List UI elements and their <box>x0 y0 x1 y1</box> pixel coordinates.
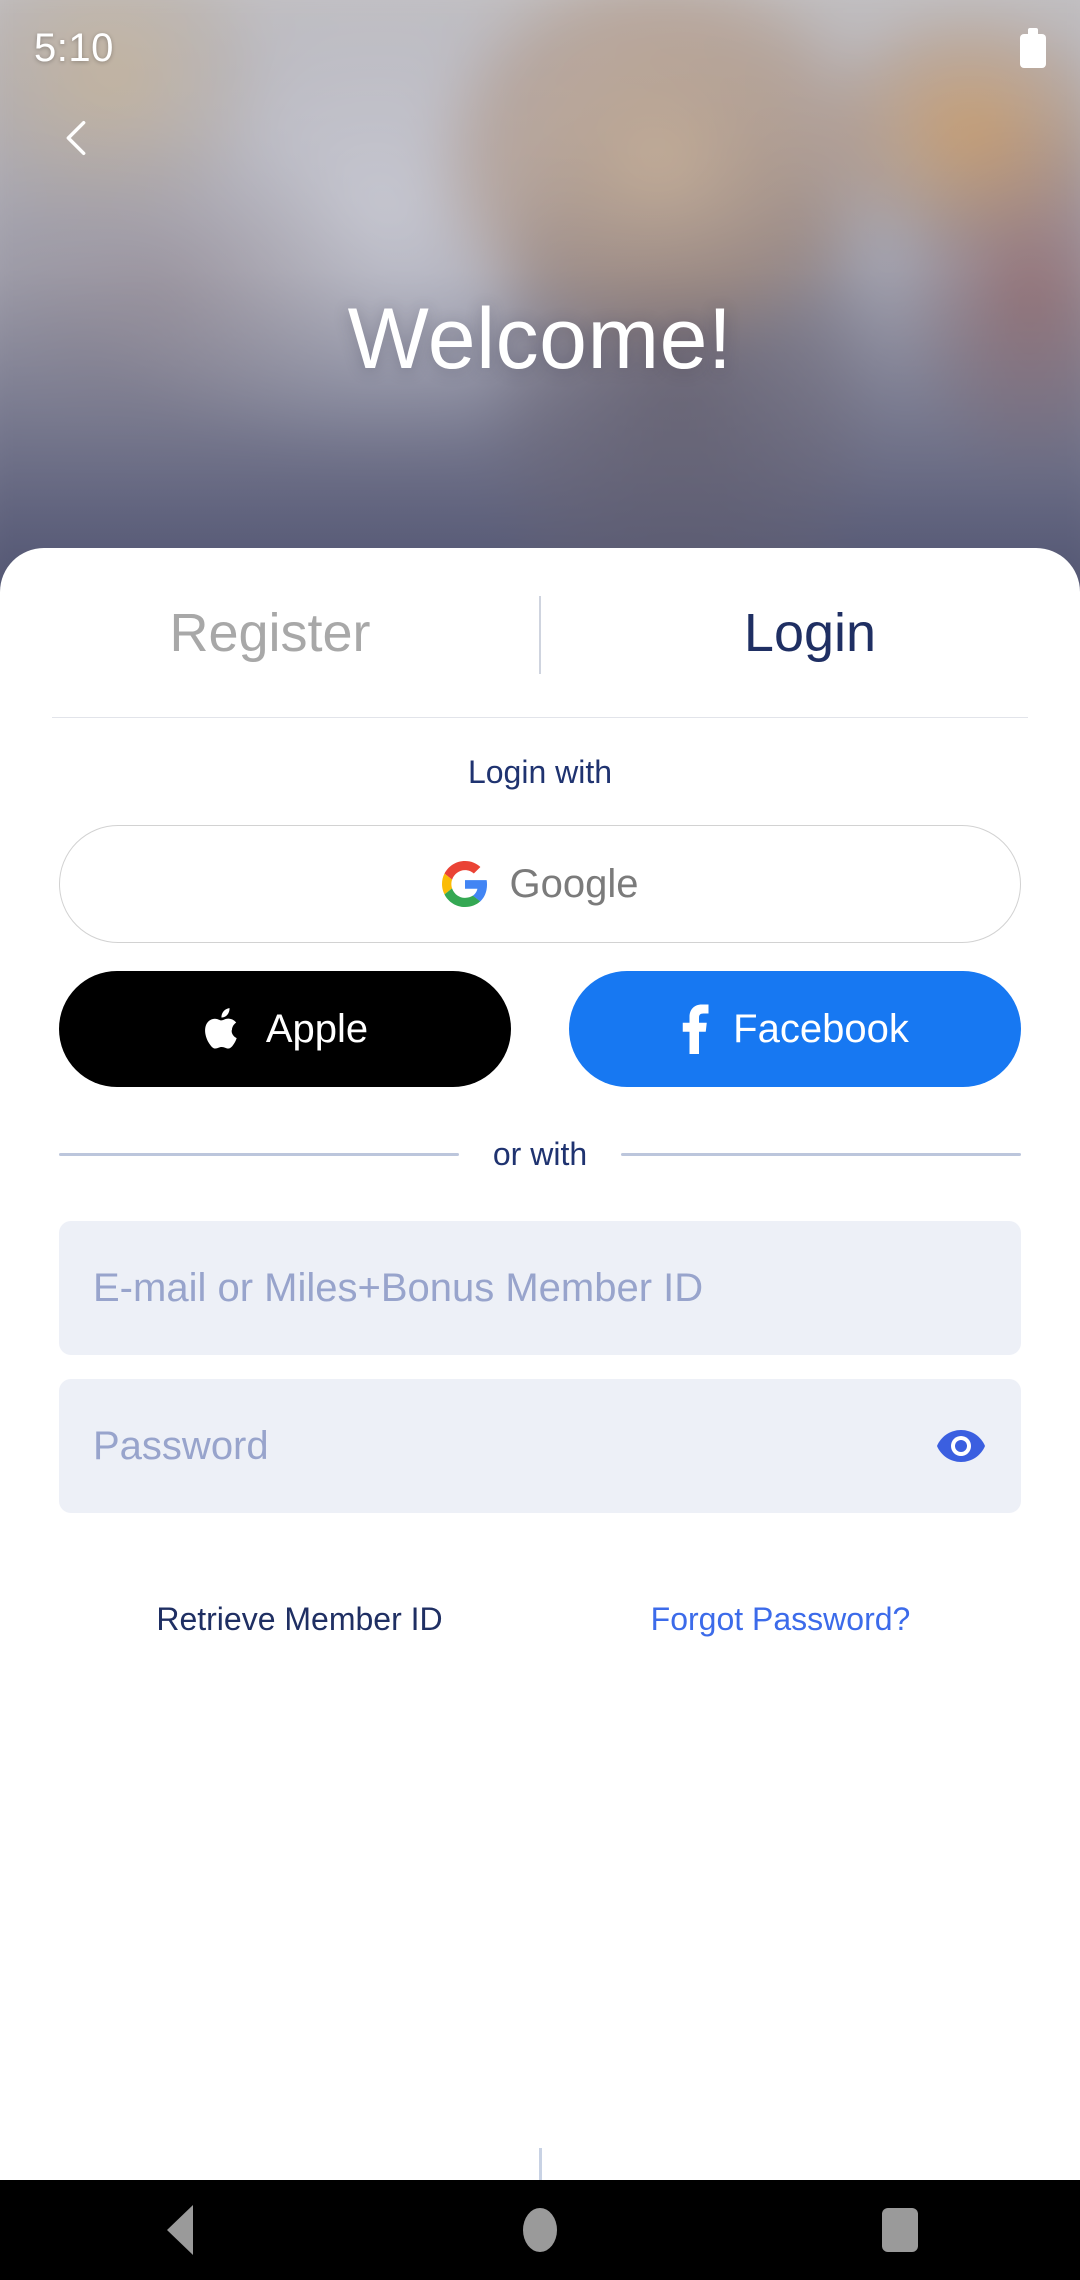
hero-banner: 5:10 Welcome! <box>0 0 1080 600</box>
battery-full-icon <box>1020 28 1046 68</box>
tab-login[interactable]: Login <box>540 602 1080 664</box>
social-buttons-row: Apple Facebook <box>59 971 1021 1087</box>
facebook-login-button[interactable]: Facebook <box>569 971 1021 1087</box>
toggle-password-visibility-button[interactable] <box>935 1420 987 1472</box>
divider-line-left <box>59 1152 459 1156</box>
android-navigation-bar <box>0 2180 1080 2280</box>
or-with-divider: or with <box>59 1131 1021 1177</box>
password-input[interactable]: Password <box>59 1379 1021 1513</box>
social-login-heading: Login with <box>467 754 613 790</box>
google-login-label: Google <box>509 861 639 906</box>
email-input[interactable]: E-mail or Miles+Bonus Member ID <box>59 1221 1021 1355</box>
facebook-f-icon <box>682 1004 709 1054</box>
tab-divider <box>539 596 541 674</box>
nav-home-button[interactable] <box>470 2180 610 2280</box>
or-with-label: or with <box>492 1135 588 1172</box>
helper-links-row: Retrieve Member ID Forgot Password? <box>59 1513 1021 1725</box>
home-circle-icon <box>523 2208 557 2252</box>
auth-card: Register Login Login with Google Apple F… <box>0 548 1080 2280</box>
apple-logo-icon <box>204 1008 237 1049</box>
apple-login-button[interactable]: Apple <box>59 971 511 1087</box>
google-login-button[interactable]: Google <box>59 825 1021 943</box>
nav-recents-button[interactable] <box>830 2180 970 2280</box>
divider-line-right <box>621 1152 1021 1156</box>
tabs-underline <box>52 717 1028 718</box>
back-button[interactable] <box>34 96 118 180</box>
password-input-placeholder: Password <box>93 1423 269 1468</box>
facebook-login-label: Facebook <box>733 1006 909 1051</box>
tab-register[interactable]: Register <box>0 602 540 664</box>
back-triangle-icon <box>167 2205 193 2255</box>
status-bar-clock: 5:10 <box>34 25 114 70</box>
page-title: Welcome! <box>347 291 733 387</box>
apple-login-label: Apple <box>265 1006 369 1051</box>
nav-back-button[interactable] <box>110 2180 250 2280</box>
status-bar: 5:10 <box>0 0 1080 96</box>
eye-icon <box>937 1430 985 1462</box>
recents-square-icon <box>882 2208 918 2252</box>
login-screen: 5:10 Welcome! Register Login Login with <box>0 0 1080 2280</box>
retrieve-member-id-link[interactable]: Retrieve Member ID <box>59 1601 540 1638</box>
google-g-icon <box>441 861 487 907</box>
forgot-password-link[interactable]: Forgot Password? <box>540 1601 1021 1638</box>
chevron-left-icon <box>66 120 86 156</box>
email-input-placeholder: E-mail or Miles+Bonus Member ID <box>93 1265 704 1310</box>
auth-tabs: Register Login <box>0 548 1080 718</box>
